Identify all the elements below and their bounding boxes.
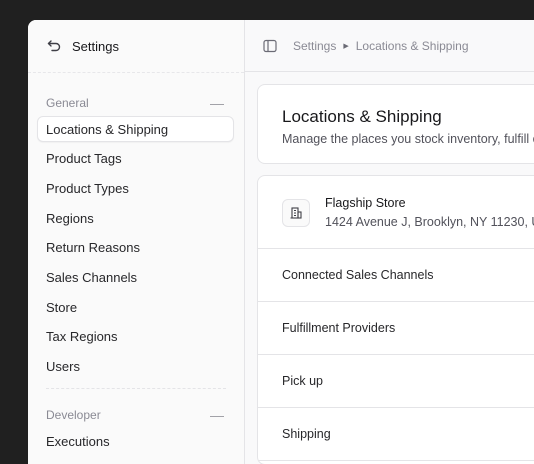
sidebar-title: Settings <box>72 38 119 54</box>
page-title: Locations & Shipping <box>282 107 442 126</box>
store-location-row[interactable]: Flagship Store 1424 Avenue J, Brooklyn, … <box>258 176 534 249</box>
group-developer-header[interactable]: Developer — <box>28 405 244 425</box>
group-developer-label: Developer <box>46 407 101 422</box>
sidebar-item-executions[interactable]: Executions <box>37 429 234 455</box>
sidebar-item-return-reasons[interactable]: Return Reasons <box>37 235 234 261</box>
general-nav: Locations & Shipping Product Tags Produc… <box>28 116 244 380</box>
main-content: Settings ▶ Locations & Shipping Location… <box>245 20 534 464</box>
collapse-icon[interactable]: — <box>210 95 224 111</box>
store-address: 1424 Avenue J, Brooklyn, NY 11230, Unite… <box>325 215 534 229</box>
sidebar-item-locations-shipping[interactable]: Locations & Shipping <box>37 116 234 142</box>
group-general-label: General <box>46 96 89 110</box>
sidebar-item-tax-regions[interactable]: Tax Regions <box>37 324 234 350</box>
sidebar-item-users[interactable]: Users <box>37 354 234 380</box>
group-general-header[interactable]: General — <box>28 93 244 113</box>
section-pick-up[interactable]: Pick up <box>258 355 534 408</box>
sidebar-item-product-tags[interactable]: Product Tags <box>37 146 234 172</box>
sidebar-item-store[interactable]: Store <box>37 294 234 320</box>
building-icon <box>282 199 310 227</box>
sidebar-item-sales-channels[interactable]: Sales Channels <box>37 264 234 290</box>
sidebar-header[interactable]: Settings <box>28 20 244 73</box>
sidebar-item-product-types[interactable]: Product Types <box>37 175 234 201</box>
page-header-card: Locations & Shipping Manage the places y… <box>257 84 534 164</box>
section-fulfillment-providers[interactable]: Fulfillment Providers <box>258 302 534 355</box>
topbar: Settings ▶ Locations & Shipping <box>245 20 534 72</box>
section-shipping[interactable]: Shipping <box>258 408 534 461</box>
developer-nav: Executions <box>28 429 244 455</box>
location-card: Flagship Store 1424 Avenue J, Brooklyn, … <box>257 175 534 464</box>
settings-sidebar: Settings General — Locations & Shipping … <box>28 20 245 464</box>
section-connected-sales-channels[interactable]: Connected Sales Channels <box>258 249 534 302</box>
sidebar-item-regions[interactable]: Regions <box>37 205 234 231</box>
breadcrumb-settings[interactable]: Settings <box>293 39 336 53</box>
page-description: Manage the places you stock inventory, f… <box>282 132 534 146</box>
sidebar-toggle-icon[interactable] <box>263 39 277 53</box>
store-name: Flagship Store <box>325 196 406 210</box>
app-window: Settings General — Locations & Shipping … <box>28 20 534 464</box>
back-arrow-icon[interactable] <box>46 38 62 54</box>
breadcrumb-current: Locations & Shipping <box>355 38 469 53</box>
breadcrumb-separator-icon: ▶ <box>343 42 349 50</box>
collapse-icon[interactable]: — <box>210 407 224 423</box>
